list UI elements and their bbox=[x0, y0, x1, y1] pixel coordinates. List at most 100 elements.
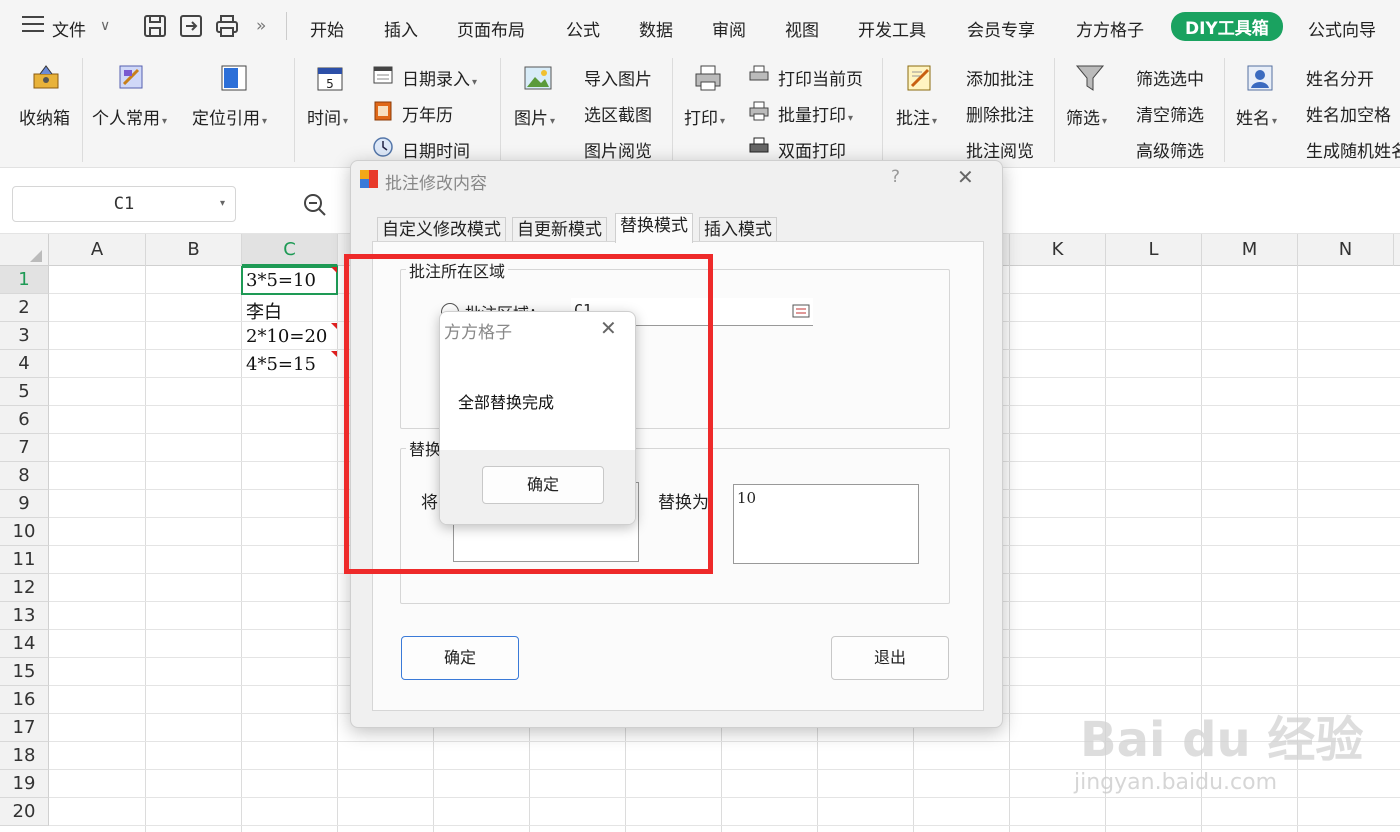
row-header-13[interactable]: 13 bbox=[0, 602, 49, 630]
tab-review[interactable]: 审阅 bbox=[712, 16, 746, 41]
name-box[interactable]: C1 bbox=[12, 186, 236, 222]
personal-common-icon[interactable] bbox=[116, 62, 148, 94]
close-icon[interactable]: ✕ bbox=[957, 165, 974, 189]
locate-reference-icon[interactable] bbox=[218, 62, 250, 94]
tab-formula[interactable]: 公式 bbox=[566, 16, 600, 41]
row-header-14[interactable]: 14 bbox=[0, 630, 49, 658]
select-all-corner[interactable] bbox=[0, 234, 49, 266]
calendar-icon[interactable]: 5 bbox=[314, 62, 346, 94]
split-name-button[interactable]: 姓名分开 bbox=[1306, 65, 1374, 90]
filter-selected-button[interactable]: 筛选选中 bbox=[1136, 65, 1204, 90]
storage-box-button[interactable]: 收纳箱 bbox=[19, 104, 70, 129]
zoom-search-icon[interactable] bbox=[302, 192, 328, 218]
row-header-18[interactable]: 18 bbox=[0, 742, 49, 770]
print-button[interactable]: 打印 ▾ bbox=[684, 104, 725, 129]
replace-with-textbox[interactable]: 10 bbox=[733, 484, 919, 564]
tab-formula-wizard[interactable]: 公式向导 bbox=[1308, 16, 1376, 41]
browse-comment-button[interactable]: 批注阅览 bbox=[966, 137, 1034, 162]
row-header-19[interactable]: 19 bbox=[0, 770, 49, 798]
tab-data[interactable]: 数据 bbox=[639, 16, 673, 41]
delete-comment-button[interactable]: 删除批注 bbox=[966, 101, 1034, 126]
dialog-exit-button[interactable]: 退出 bbox=[831, 636, 949, 680]
dialog-ok-button[interactable]: 确定 bbox=[401, 636, 519, 680]
help-button[interactable]: ? bbox=[891, 167, 900, 187]
row-header-9[interactable]: 9 bbox=[0, 490, 49, 518]
column-header-c[interactable]: C bbox=[242, 234, 338, 266]
row-header-5[interactable]: 5 bbox=[0, 378, 49, 406]
import-picture-button[interactable]: 导入图片 bbox=[584, 65, 652, 90]
date-entry-button[interactable]: 日期录入 ▾ bbox=[402, 65, 477, 90]
row-header-17[interactable]: 17 bbox=[0, 714, 49, 742]
duplex-print-button[interactable]: 双面打印 bbox=[778, 137, 846, 162]
column-header-m[interactable]: M bbox=[1202, 234, 1298, 266]
person-icon[interactable] bbox=[1244, 62, 1276, 94]
batch-print-icon[interactable] bbox=[748, 100, 770, 122]
tab-replace[interactable]: 替换模式 bbox=[615, 213, 693, 243]
save-icon[interactable] bbox=[142, 13, 168, 39]
random-name-button[interactable]: 生成随机姓名 bbox=[1306, 137, 1400, 162]
tab-start[interactable]: 开始 bbox=[310, 16, 344, 41]
tab-member[interactable]: 会员专享 bbox=[967, 16, 1035, 41]
column-header-a[interactable]: A bbox=[49, 234, 146, 266]
row-header-6[interactable]: 6 bbox=[0, 406, 49, 434]
cell-c1[interactable]: 3*5=10 bbox=[246, 270, 316, 291]
tab-view[interactable]: 视图 bbox=[785, 16, 819, 41]
tab-self-update[interactable]: 自更新模式 bbox=[512, 217, 607, 243]
row-header-2[interactable]: 2 bbox=[0, 294, 49, 322]
tab-diy-toolbox[interactable]: DIY工具箱 bbox=[1171, 12, 1283, 41]
picture-icon[interactable] bbox=[522, 62, 554, 94]
filter-button[interactable]: 筛选 ▾ bbox=[1066, 104, 1107, 129]
locate-reference-button[interactable]: 定位引用 ▾ bbox=[192, 104, 267, 129]
chevron-down-icon[interactable]: ▾ bbox=[220, 198, 225, 209]
region-screenshot-button[interactable]: 选区截图 bbox=[584, 101, 652, 126]
toolbox-icon[interactable] bbox=[30, 62, 62, 94]
comment-button[interactable]: 批注 ▾ bbox=[896, 104, 937, 129]
tab-developer-tools[interactable]: 开发工具 bbox=[858, 16, 926, 41]
row-header-16[interactable]: 16 bbox=[0, 686, 49, 714]
column-header-n[interactable]: N bbox=[1298, 234, 1394, 266]
row-header-4[interactable]: 4 bbox=[0, 350, 49, 378]
comment-icon[interactable] bbox=[904, 62, 936, 94]
batch-print-button[interactable]: 批量打印 ▾ bbox=[778, 101, 853, 126]
hamburger-menu-icon[interactable] bbox=[22, 16, 44, 34]
print-current-page-button[interactable]: 打印当前页 bbox=[778, 65, 863, 90]
more-icon[interactable]: » bbox=[256, 16, 266, 36]
perpetual-calendar-button[interactable]: 万年历 bbox=[402, 101, 453, 126]
tab-insert[interactable]: 插入模式 bbox=[699, 217, 777, 243]
clear-filter-button[interactable]: 清空筛选 bbox=[1136, 101, 1204, 126]
tab-fangfang[interactable]: 方方格子 bbox=[1076, 16, 1144, 41]
row-header-3[interactable]: 3 bbox=[0, 322, 49, 350]
duplex-print-icon[interactable] bbox=[748, 136, 770, 158]
personal-common-button[interactable]: 个人常用 ▾ bbox=[92, 104, 167, 129]
row-header-11[interactable]: 11 bbox=[0, 546, 49, 574]
row-header-15[interactable]: 15 bbox=[0, 658, 49, 686]
column-header-l[interactable]: L bbox=[1106, 234, 1202, 266]
cell-c3[interactable]: 2*10=20 bbox=[246, 326, 327, 347]
tab-page-layout[interactable]: 页面布局 bbox=[457, 16, 525, 41]
cell-c4[interactable]: 4*5=15 bbox=[246, 354, 316, 375]
row-header-20[interactable]: 20 bbox=[0, 798, 49, 826]
export-icon[interactable] bbox=[178, 13, 204, 39]
date-time-button[interactable]: 日期时间 bbox=[402, 137, 470, 162]
clock-icon[interactable] bbox=[372, 136, 394, 158]
row-header-7[interactable]: 7 bbox=[0, 434, 49, 462]
tab-custom-modify[interactable]: 自定义修改模式 bbox=[377, 217, 506, 243]
print-current-page-icon[interactable] bbox=[748, 64, 770, 86]
cell-c2[interactable]: 李白 bbox=[246, 298, 282, 324]
picture-browse-button[interactable]: 图片阅览 bbox=[584, 137, 652, 162]
menu-file[interactable]: 文件 bbox=[52, 16, 86, 41]
advanced-filter-button[interactable]: 高级筛选 bbox=[1136, 137, 1204, 162]
row-header-1[interactable]: 1 bbox=[0, 266, 49, 294]
perpetual-calendar-icon[interactable] bbox=[372, 100, 394, 122]
row-header-8[interactable]: 8 bbox=[0, 462, 49, 490]
printer-icon[interactable] bbox=[692, 62, 724, 94]
filter-icon[interactable] bbox=[1074, 62, 1106, 94]
name-add-space-button[interactable]: 姓名加空格 bbox=[1306, 101, 1391, 126]
range-select-icon[interactable] bbox=[792, 304, 810, 318]
column-header-b[interactable]: B bbox=[146, 234, 242, 266]
row-header-12[interactable]: 12 bbox=[0, 574, 49, 602]
column-header-k[interactable]: K bbox=[1010, 234, 1106, 266]
print-icon[interactable] bbox=[214, 13, 240, 39]
chevron-down-icon[interactable]: ∨ bbox=[100, 18, 110, 34]
date-entry-icon[interactable] bbox=[372, 64, 394, 86]
